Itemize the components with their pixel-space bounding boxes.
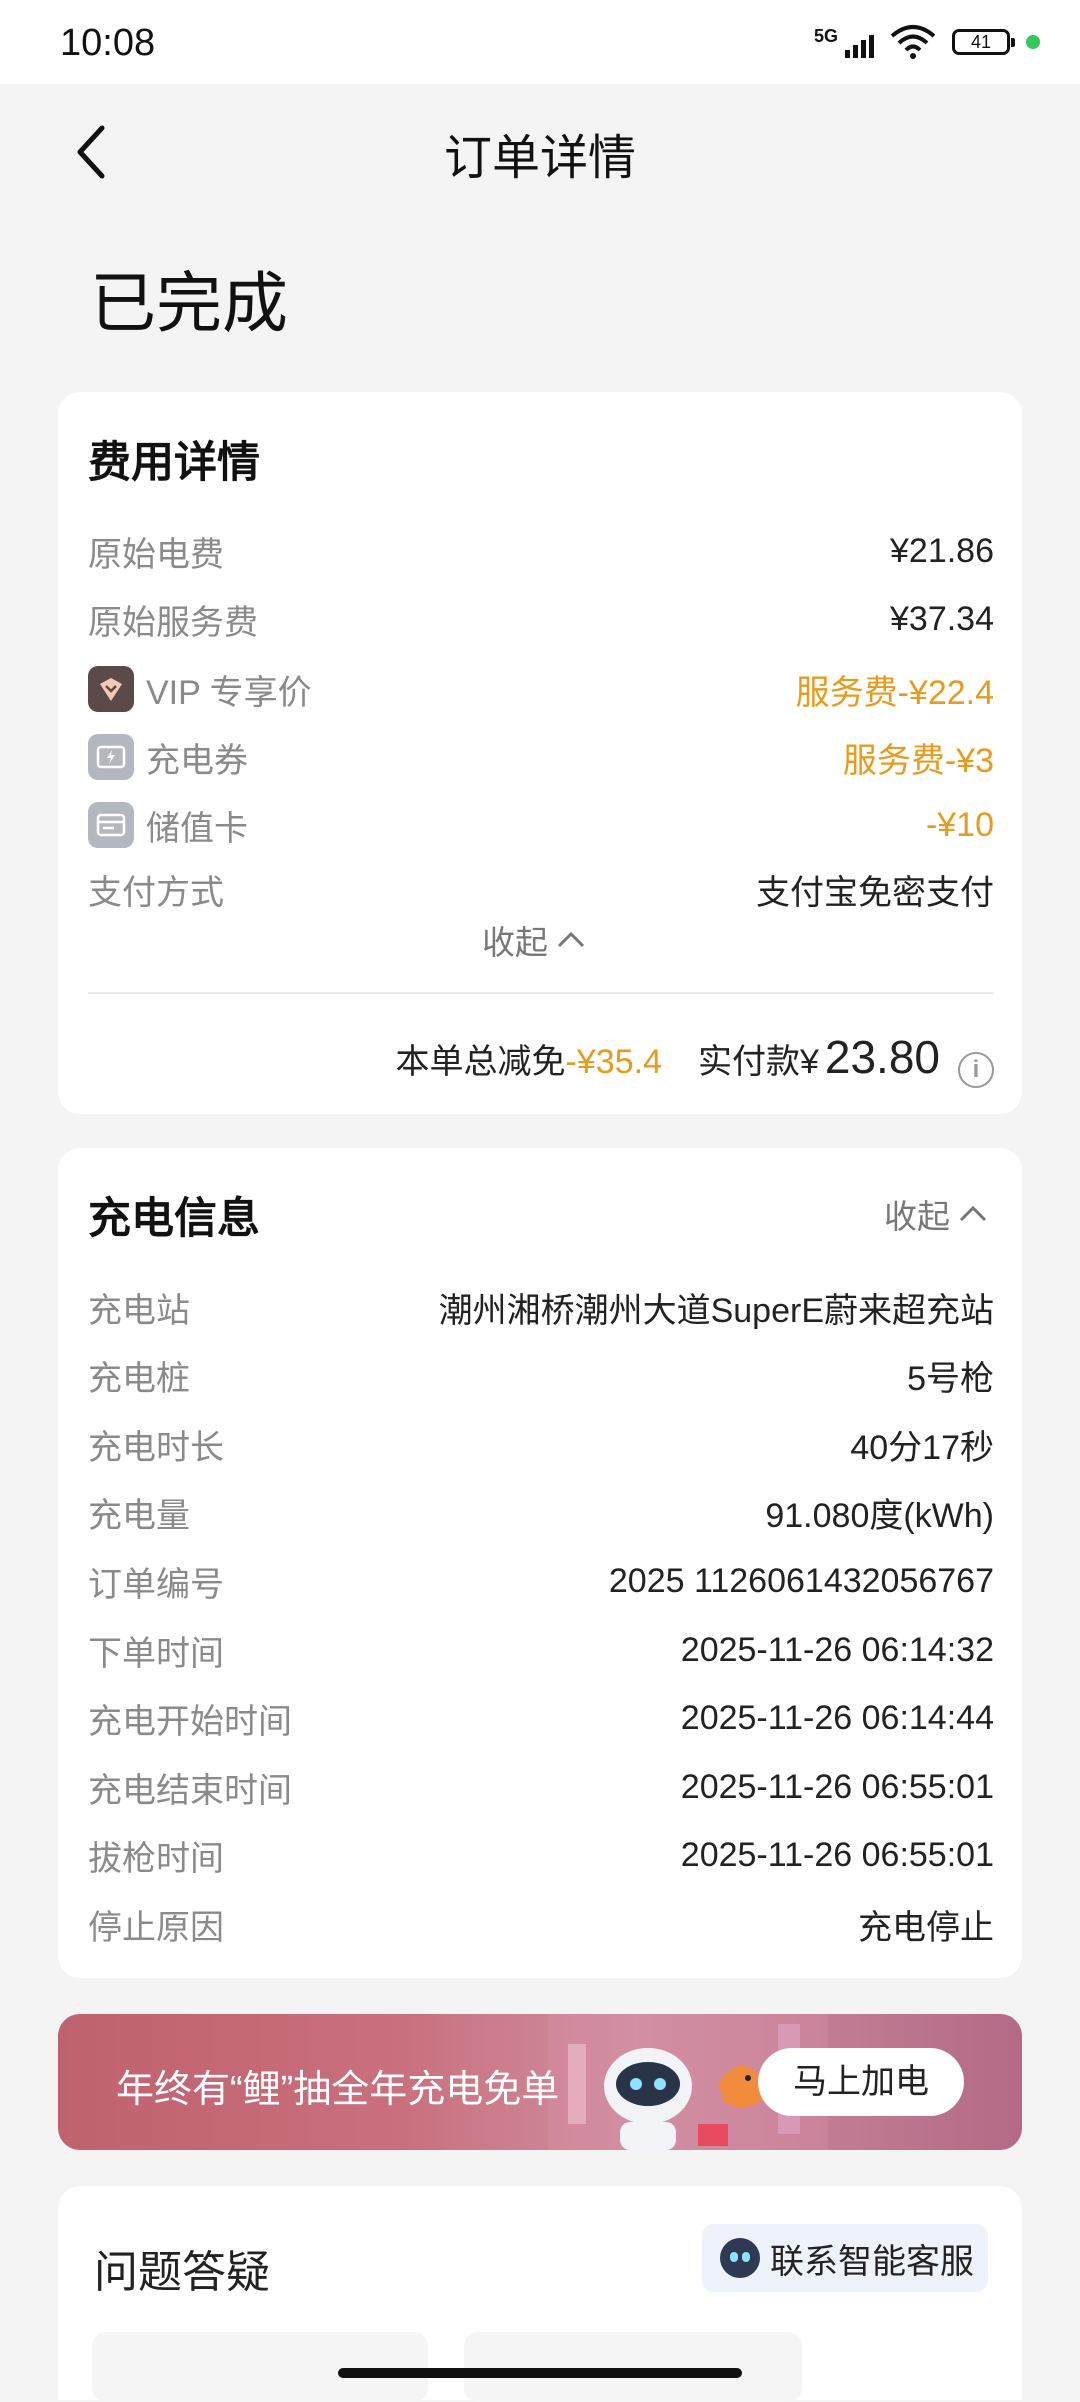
privacy-indicator-dot	[1026, 35, 1040, 49]
info-value: 2025-11-26 06:55:01	[680, 1767, 994, 1806]
paid-amount: 23.80	[824, 1031, 940, 1083]
fee-value: 支付宝免密支付	[756, 873, 994, 912]
charging-info-title: 充电信息	[88, 1195, 260, 1243]
fee-row-original-service: 原始服务费 ¥37.34	[88, 594, 994, 644]
fee-label: 充电券	[146, 741, 248, 780]
info-label: 停止原因	[88, 1908, 224, 1947]
info-value: 40分17秒	[850, 1428, 994, 1467]
fee-label: VIP 专享价	[146, 673, 312, 712]
wifi-icon	[890, 25, 936, 59]
info-label: 拔枪时间	[88, 1839, 224, 1878]
collapse-label: 收起	[482, 924, 548, 961]
charging-row-station: 充电站 潮州湘桥潮州大道SuperE蔚来超充站	[88, 1282, 994, 1332]
total-summary: 本单总减免 -¥35.4 实付款¥ 23.80 i	[395, 1030, 994, 1088]
charging-row-stop-reason: 停止原因 充电停止	[88, 1899, 994, 1949]
fee-row-vip: VIP 专享价 服务费-¥22.4	[88, 664, 994, 714]
chevron-up-icon	[557, 931, 585, 948]
info-value: 潮州湘桥潮州大道SuperE蔚来超充站	[438, 1291, 994, 1330]
status-bar: 10:08 5G 41	[0, 0, 1080, 84]
fee-details-title: 费用详情	[88, 439, 260, 487]
contact-support-button[interactable]: 联系智能客服	[702, 2224, 988, 2292]
page-title: 订单详情	[443, 132, 636, 185]
charging-row-pile: 充电桩 5号枪	[88, 1350, 994, 1400]
fee-label: 储值卡	[146, 809, 248, 848]
banner-text: 年终有“鲤”抽全年充电免单	[116, 2069, 560, 2111]
paid-label: 实付款¥	[697, 1043, 819, 1081]
fee-label: 支付方式	[88, 873, 224, 912]
home-indicator[interactable]	[338, 2368, 742, 2378]
fee-value: ¥21.86	[890, 531, 994, 570]
vip-icon	[88, 666, 134, 712]
charging-info-card: 充电信息 收起 充电站 潮州湘桥潮州大道SuperE蔚来超充站 充电桩 5号枪 …	[58, 1148, 1022, 1978]
coupon-icon	[88, 734, 134, 780]
chevron-up-icon	[959, 1205, 987, 1222]
info-value: 2025-11-26 06:55:01	[680, 1835, 994, 1874]
info-label: 下单时间	[88, 1634, 224, 1673]
qa-chip[interactable]	[92, 2332, 428, 2402]
charge-now-button[interactable]: 马上加电	[758, 2048, 964, 2116]
charging-row-unplug-time: 拔枪时间 2025-11-26 06:55:01	[88, 1830, 994, 1880]
charging-row-end-time: 充电结束时间 2025-11-26 06:55:01	[88, 1762, 994, 1812]
charging-row-start-time: 充电开始时间 2025-11-26 06:14:44	[88, 1693, 994, 1743]
fee-details-card: 费用详情 原始电费 ¥21.86 原始服务费 ¥37.34 VIP 专享价 服务…	[58, 392, 1022, 1114]
fee-value: 服务费-¥22.4	[795, 673, 994, 712]
info-label: 充电桩	[88, 1359, 190, 1398]
fee-row-stored-value-card: 储值卡 -¥10	[88, 800, 994, 850]
info-label: 充电结束时间	[88, 1771, 292, 1810]
network-type: 5G	[814, 26, 839, 46]
info-value: 5号枪	[907, 1359, 994, 1398]
status-icons: 5G 41	[814, 22, 1040, 62]
fee-collapse-toggle[interactable]: 收起	[482, 916, 586, 964]
fee-row-payment-method: 支付方式 支付宝免密支付	[88, 864, 994, 914]
info-label: 充电时长	[88, 1428, 224, 1467]
info-icon[interactable]: i	[958, 1052, 994, 1088]
order-status: 已完成	[90, 266, 288, 340]
divider	[88, 992, 994, 994]
status-time: 10:08	[60, 22, 156, 64]
robot-icon	[720, 2238, 760, 2278]
fee-label: 原始服务费	[88, 603, 258, 642]
charging-row-order-time: 下单时间 2025-11-26 06:14:32	[88, 1625, 994, 1675]
battery-icon: 41	[952, 29, 1015, 55]
contact-support-label: 联系智能客服	[770, 2242, 974, 2281]
info-label: 充电量	[88, 1496, 190, 1535]
charging-row-order-number: 订单编号 2025 1126061432056767	[88, 1556, 994, 1606]
info-label: 充电开始时间	[88, 1702, 292, 1741]
qa-title: 问题答疑	[94, 2248, 270, 2297]
total-discount-label: 本单总减免	[395, 1043, 566, 1081]
qa-chip[interactable]	[464, 2332, 802, 2402]
info-value: 2025-11-26 06:14:44	[680, 1698, 994, 1737]
fee-label: 原始电费	[88, 535, 224, 574]
info-label: 充电站	[88, 1291, 190, 1330]
info-value: 2025 1126061432056767	[608, 1561, 994, 1600]
info-label: 订单编号	[88, 1565, 224, 1604]
fee-row-original-electricity: 原始电费 ¥21.86	[88, 526, 994, 576]
collapse-label: 收起	[884, 1198, 950, 1235]
fee-value: -¥10	[925, 805, 994, 844]
info-value: 91.080度(kWh)	[765, 1496, 994, 1535]
promo-banner[interactable]: 年终有“鲤”抽全年充电免单 马上加电	[58, 2014, 1022, 2150]
info-value: 充电停止	[858, 1908, 994, 1947]
signal-icon: 5G	[814, 22, 874, 62]
fee-value: 服务费-¥3	[842, 741, 994, 780]
total-discount-value: -¥35.4	[565, 1043, 662, 1081]
fee-value: ¥37.34	[890, 599, 994, 638]
fee-row-coupon: 充电券 服务费-¥3	[88, 732, 994, 782]
charging-row-energy: 充电量 91.080度(kWh)	[88, 1487, 994, 1537]
charging-collapse-toggle[interactable]: 收起	[884, 1190, 988, 1238]
card-icon	[88, 802, 134, 848]
charging-row-duration: 充电时长 40分17秒	[88, 1419, 994, 1469]
info-value: 2025-11-26 06:14:32	[680, 1630, 994, 1669]
